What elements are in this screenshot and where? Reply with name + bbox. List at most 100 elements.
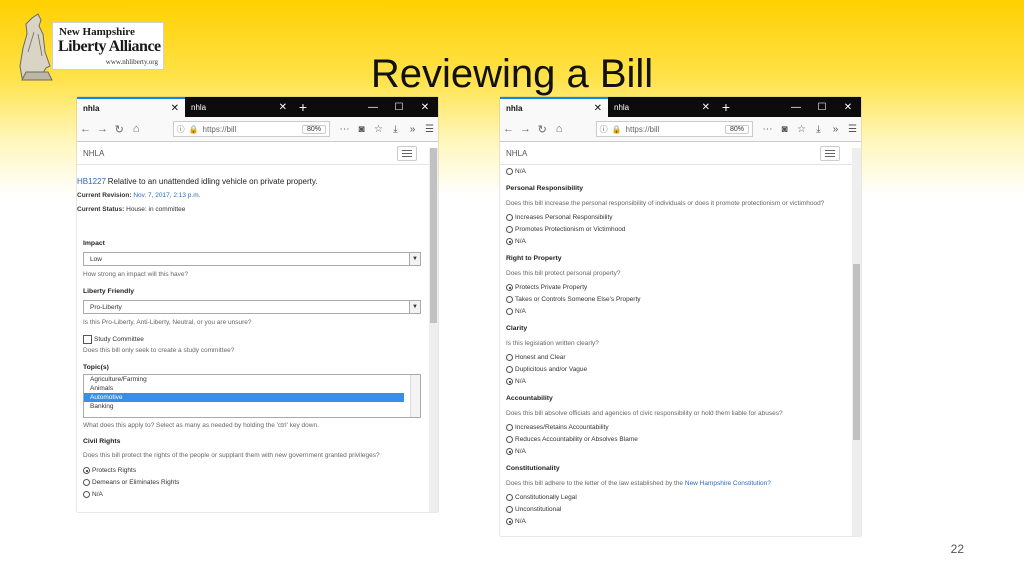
minimize-icon[interactable]: — <box>360 97 386 117</box>
rp-radio-na[interactable] <box>506 308 513 315</box>
tab-bar: nhla ✕ nhla ✕ + — ☐ ✕ <box>77 97 438 117</box>
close-tab-icon[interactable]: ✕ <box>279 102 287 113</box>
topics-help: What does this apply to? Select as many … <box>83 422 319 429</box>
clarity-radio-na[interactable] <box>506 378 513 385</box>
reload-icon[interactable]: ↻ <box>111 123 128 136</box>
pr-radio-na[interactable] <box>506 238 513 245</box>
civil-rights-radio-na[interactable] <box>83 491 90 498</box>
clarity-label: Clarity <box>506 325 528 332</box>
pocket-icon[interactable]: ◙ <box>776 124 793 135</box>
const-radio-unconstitutional[interactable] <box>506 506 513 513</box>
page-scrollbar[interactable] <box>429 148 438 512</box>
clarity-help: Is this legislation written clearly? <box>506 340 599 347</box>
minimize-icon[interactable]: — <box>783 97 809 117</box>
tab-nhla[interactable]: nhla ✕ <box>185 97 293 117</box>
url-bar[interactable]: ⓘ 🔒 https://bill 80% <box>172 121 331 137</box>
home-icon[interactable]: ⌂ <box>551 123 568 135</box>
page-scrollbar[interactable] <box>852 148 861 536</box>
tab-nhla-active[interactable]: nhla ✕ <box>77 97 185 117</box>
personal-responsibility-label: Personal Responsibility <box>506 185 584 192</box>
site-brand[interactable]: NHLA <box>506 149 527 158</box>
reload-icon[interactable]: ↻ <box>534 123 551 136</box>
close-tab-icon[interactable]: ✕ <box>702 102 710 113</box>
site-menu-hamburger-icon[interactable] <box>820 146 840 161</box>
menu-icon[interactable]: ☰ <box>421 124 438 135</box>
previous-question-radio-na[interactable] <box>506 168 513 175</box>
rp-radio-protects[interactable] <box>506 284 513 291</box>
topics-listbox[interactable]: Agriculture/Farming Animals Automotive B… <box>83 374 421 418</box>
url-bar[interactable]: ⓘ 🔒 https://bill 80% <box>595 121 754 137</box>
close-window-icon[interactable]: ✕ <box>835 97 861 117</box>
impact-select[interactable]: Low ▼ <box>83 252 421 266</box>
close-window-icon[interactable]: ✕ <box>412 97 438 117</box>
topic-option[interactable]: Animals <box>84 384 420 393</box>
nav-bar: ← → ↻ ⌂ ⓘ 🔒 https://bill 80% ⋯ ◙ ☆ ⤓ » ☰ <box>500 117 861 142</box>
const-radio-legal[interactable] <box>506 494 513 501</box>
lock-icon: 🔒 <box>611 124 622 134</box>
site-header: NHLA <box>77 142 429 165</box>
download-icon[interactable]: ⤓ <box>810 124 827 135</box>
topic-option[interactable]: Banking <box>84 402 420 411</box>
browser-window-right: nhla ✕ nhla ✕ + — ☐ ✕ ← → ↻ ⌂ ⓘ 🔒 https://… <box>500 97 861 536</box>
revision-value[interactable]: Nov. 7, 2017, 2:13 p.m. <box>133 192 200 199</box>
accountability-label: Accountability <box>506 395 553 402</box>
back-icon[interactable]: ← <box>77 123 94 135</box>
clarity-radio-honest[interactable] <box>506 354 513 361</box>
tab-label: nhla <box>191 102 207 112</box>
menu-icon[interactable]: ☰ <box>844 124 861 135</box>
rp-radio-takes[interactable] <box>506 296 513 303</box>
radio-label: Increases Personal Responsibility <box>515 214 613 222</box>
new-tab-icon[interactable]: + <box>716 97 736 117</box>
tab-nhla-active[interactable]: nhla ✕ <box>500 97 608 117</box>
clarity-radio-duplicitous[interactable] <box>506 366 513 373</box>
liberty-friendly-value: Pro-Liberty <box>90 303 122 311</box>
bookmark-star-icon[interactable]: ☆ <box>370 124 387 135</box>
close-tab-icon[interactable]: ✕ <box>171 103 179 114</box>
tab-nhla[interactable]: nhla ✕ <box>608 97 716 117</box>
info-icon[interactable]: ⓘ <box>177 124 185 135</box>
zoom-indicator[interactable]: 80% <box>302 124 327 134</box>
study-committee-checkbox[interactable] <box>83 335 92 344</box>
more-icon[interactable]: ⋯ <box>759 124 776 135</box>
radio-label: Protects Private Property <box>515 284 588 292</box>
overflow-chevron-icon[interactable]: » <box>827 124 844 135</box>
back-icon[interactable]: ← <box>500 123 517 135</box>
forward-icon[interactable]: → <box>517 123 534 135</box>
home-icon[interactable]: ⌂ <box>128 123 145 135</box>
site-brand[interactable]: NHLA <box>83 149 104 158</box>
zoom-indicator[interactable]: 80% <box>725 124 750 134</box>
pr-radio-promotes[interactable] <box>506 226 513 233</box>
topic-option-selected[interactable]: Automotive <box>84 393 404 402</box>
listbox-scrollbar[interactable] <box>410 375 420 417</box>
new-tab-icon[interactable]: + <box>293 97 313 117</box>
acc-radio-na[interactable] <box>506 448 513 455</box>
bookmark-star-icon[interactable]: ☆ <box>793 124 810 135</box>
close-tab-icon[interactable]: ✕ <box>594 103 602 114</box>
maximize-icon[interactable]: ☐ <box>386 97 412 117</box>
overflow-chevron-icon[interactable]: » <box>404 124 421 135</box>
pr-radio-increases[interactable] <box>506 214 513 221</box>
civil-rights-radio-protects[interactable] <box>83 467 90 474</box>
download-icon[interactable]: ⤓ <box>387 124 404 135</box>
more-icon[interactable]: ⋯ <box>336 124 353 135</box>
site-menu-hamburger-icon[interactable] <box>397 146 417 161</box>
accountability-help: Does this bill absolve officials and age… <box>506 410 783 417</box>
scrollbar-thumb[interactable] <box>853 264 860 440</box>
maximize-icon[interactable]: ☐ <box>809 97 835 117</box>
info-icon[interactable]: ⓘ <box>600 124 608 135</box>
acc-radio-increases[interactable] <box>506 424 513 431</box>
scrollbar-thumb[interactable] <box>430 148 437 323</box>
acc-radio-reduces[interactable] <box>506 436 513 443</box>
liberty-friendly-select[interactable]: Pro-Liberty ▼ <box>83 300 421 314</box>
bill-id-link[interactable]: HB1227 <box>77 177 106 186</box>
const-radio-na[interactable] <box>506 518 513 525</box>
topic-option[interactable]: Agriculture/Farming <box>84 375 420 384</box>
radio-label: Honest and Clear <box>515 354 566 362</box>
radio-label: N/A <box>515 238 526 246</box>
forward-icon[interactable]: → <box>94 123 111 135</box>
pocket-icon[interactable]: ◙ <box>353 124 370 135</box>
tab-label: nhla <box>83 103 100 113</box>
civil-rights-radio-demeans[interactable] <box>83 479 90 486</box>
radio-label: Unconstitutional <box>515 506 562 514</box>
nh-constitution-link[interactable]: New Hampshire Constitution? <box>685 480 771 487</box>
